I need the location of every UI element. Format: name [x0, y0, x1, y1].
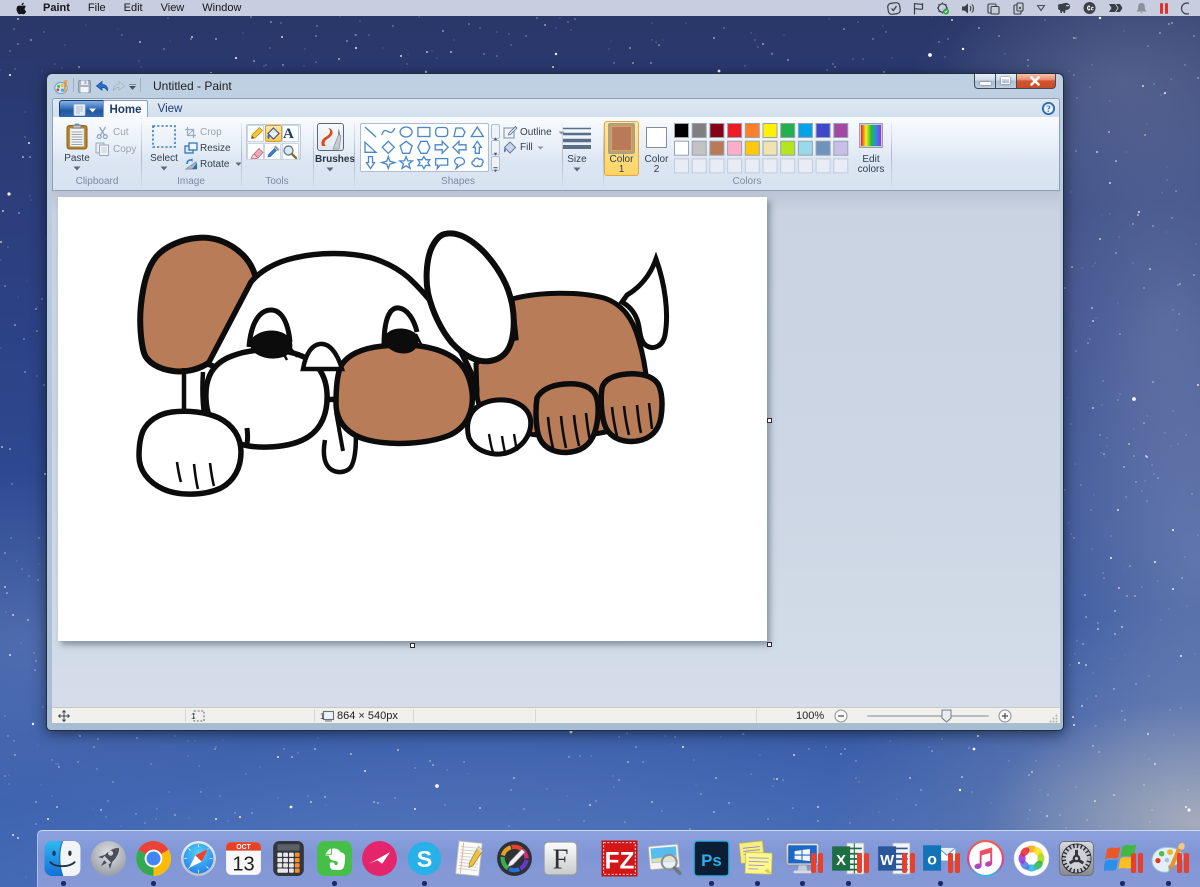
svg-text:W: W	[880, 853, 894, 869]
svg-text:1: 1	[191, 712, 196, 721]
svg-text:FZ: FZ	[605, 848, 635, 875]
svg-text:X: X	[836, 853, 846, 869]
svg-text:F: F	[553, 845, 569, 876]
svg-text:1: 1	[320, 712, 325, 721]
svg-text:OCT: OCT	[236, 844, 251, 851]
svg-text:13: 13	[232, 854, 254, 876]
svg-text:?: ?	[1046, 104, 1051, 114]
svg-text:o: o	[927, 851, 937, 868]
svg-text:Ps: Ps	[701, 851, 722, 870]
svg-text:S: S	[417, 846, 433, 872]
